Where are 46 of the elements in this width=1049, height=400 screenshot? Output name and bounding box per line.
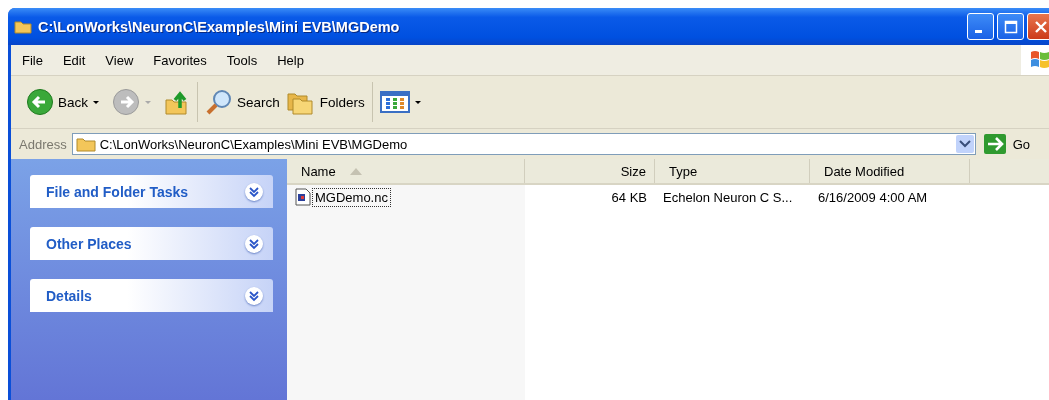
menu-item[interactable]: Favorites bbox=[153, 52, 207, 68]
menu-item[interactable]: Help bbox=[277, 52, 304, 68]
minimize-icon bbox=[974, 29, 982, 33]
column-header[interactable]: Name bbox=[287, 159, 525, 183]
file-name[interactable]: MGDemo.nc bbox=[312, 187, 391, 207]
column-header[interactable]: Date Modified bbox=[810, 159, 970, 183]
column-header[interactable]: Type bbox=[655, 159, 810, 183]
panel-title: Details bbox=[46, 287, 92, 304]
search-button[interactable]: Search bbox=[202, 86, 283, 118]
address-field[interactable]: C:\LonWorks\NeuronC\Examples\Mini EVB\MGDemo bbox=[71, 133, 976, 155]
file-icon bbox=[295, 188, 311, 206]
task-panel-header[interactable]: Details bbox=[30, 279, 273, 312]
window-title: C:\LonWorks\NeuronC\Examples\Mini EVB\MGDemo bbox=[38, 18, 400, 35]
folders-button[interactable]: Folders bbox=[282, 86, 368, 118]
maximize-button[interactable] bbox=[997, 13, 1024, 40]
menu-item[interactable]: Tools bbox=[226, 52, 258, 68]
expand-icon[interactable] bbox=[245, 234, 263, 253]
go-button[interactable]: Go bbox=[980, 133, 1033, 155]
task-panel-header[interactable]: Other Places bbox=[30, 227, 273, 260]
menu-item[interactable]: View bbox=[105, 52, 134, 68]
expand-icon[interactable] bbox=[245, 182, 263, 201]
table-cell: 64 KB bbox=[611, 189, 647, 205]
dropdown-arrow-icon[interactable] bbox=[93, 100, 99, 104]
column-header[interactable]: Size bbox=[525, 159, 655, 183]
close-icon bbox=[1033, 19, 1048, 34]
maximize-icon bbox=[1003, 19, 1018, 34]
panel-title: File and Folder Tasks bbox=[46, 183, 189, 200]
dropdown-arrow-icon[interactable] bbox=[414, 100, 421, 104]
minimize-button[interactable] bbox=[967, 13, 994, 40]
chevron-down-icon bbox=[958, 140, 971, 148]
address-label: Address bbox=[19, 136, 67, 152]
folder-icon bbox=[75, 136, 96, 152]
task-panel-header[interactable]: File and Folder Tasks bbox=[30, 175, 273, 208]
dropdown-button[interactable] bbox=[955, 135, 974, 153]
close-button[interactable] bbox=[1027, 13, 1049, 40]
menu-item[interactable]: Edit bbox=[62, 52, 86, 68]
menu-item[interactable]: File bbox=[22, 52, 43, 68]
back-button[interactable]: Back bbox=[23, 86, 91, 118]
panel-title: Other Places bbox=[46, 235, 132, 252]
views-icon bbox=[379, 90, 410, 114]
folder-icon bbox=[14, 19, 32, 34]
table-cell: Echelon Neuron C S... bbox=[663, 189, 793, 205]
table-cell: 6/16/2009 4:00 AM bbox=[818, 189, 928, 205]
windows-logo-icon bbox=[1021, 45, 1049, 75]
expand-icon[interactable] bbox=[245, 286, 263, 305]
search-icon bbox=[205, 88, 233, 116]
